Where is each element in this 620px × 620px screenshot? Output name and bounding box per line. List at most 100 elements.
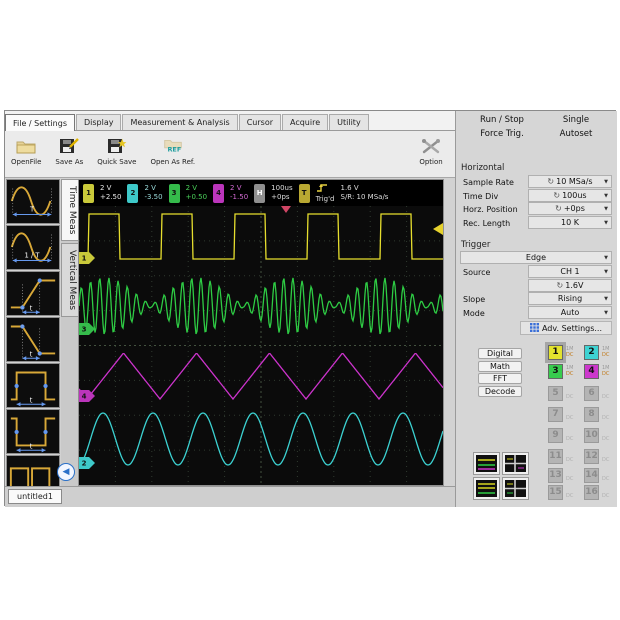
sample-rate-label: Sample Rate — [463, 178, 514, 187]
stacked-trace-view-button[interactable] — [474, 478, 499, 499]
time-div-select[interactable]: ↻100us▼ — [528, 189, 612, 202]
menu-tab-file-settings[interactable]: File / Settings — [5, 114, 75, 131]
oscilloscope-app-window: File / SettingsDisplayMeasurement & Anal… — [4, 110, 616, 506]
trigger-mode-select[interactable]: Auto▼ — [528, 306, 612, 319]
menu-tab-utility[interactable]: Utility — [329, 114, 369, 130]
channel-10-button[interactable]: 10 — [584, 428, 599, 443]
ch1-marker-label: 1 — [82, 255, 87, 263]
channel-6-info: DC — [602, 394, 609, 400]
option-label: Option — [419, 158, 442, 166]
header-ch3-badge[interactable]: 3 — [169, 184, 180, 203]
sample-rate-select[interactable]: ↻10 MSa/s▼ — [528, 175, 612, 188]
meas-icon-period[interactable]: T — [6, 179, 60, 224]
math-button[interactable]: Math — [478, 361, 522, 372]
document-tab[interactable]: untitled1 — [8, 489, 62, 504]
adv-settings-button[interactable]: Adv. Settings... — [520, 321, 612, 335]
single-button[interactable]: Single — [544, 115, 608, 125]
meas-icon-rise-time[interactable]: t — [6, 271, 60, 316]
trigger-source-label: Source — [463, 268, 490, 277]
header-ch1-readout: 2 V+2.50 — [100, 184, 121, 202]
channel-15-info: DC — [566, 493, 573, 499]
header-trigger-badge[interactable]: T — [299, 184, 310, 203]
channel-4-button[interactable]: 4 — [584, 364, 599, 379]
tab-vertical-meas[interactable]: Vertical Meas — [61, 243, 79, 317]
force-trig-button[interactable]: Force Trig. — [466, 129, 538, 139]
channel-2-button[interactable]: 2 — [584, 345, 599, 360]
channel-5-button[interactable]: 5 — [548, 386, 563, 401]
channel-14-button[interactable]: 14 — [584, 468, 599, 483]
channel-15-button[interactable]: 15 — [548, 485, 563, 500]
header-ch4-readout: 2 V-1.50 — [230, 184, 248, 202]
trigger-source-select[interactable]: CH 1▼ — [528, 265, 612, 278]
trigger-mode-select-value: Auto — [561, 308, 580, 317]
trigger-slope-select[interactable]: Rising▼ — [528, 292, 612, 305]
header-ch1-badge[interactable]: 1 — [83, 184, 94, 203]
svg-text:REF: REF — [167, 146, 181, 154]
meas-icon-negative-width[interactable]: t — [6, 409, 60, 454]
horizontal-section-title: Horizontal — [461, 163, 504, 173]
header-ch2-badge[interactable]: 2 — [127, 184, 138, 203]
fft-button[interactable]: FFT — [478, 373, 522, 384]
open-as-ref-button[interactable]: REFOpen As Ref. — [150, 136, 195, 166]
autoset-button[interactable]: Autoset — [544, 129, 608, 139]
quick-save-button[interactable]: Quick Save — [97, 136, 136, 166]
channel-3-button[interactable]: 3 — [548, 364, 563, 379]
channel-8-button[interactable]: 8 — [584, 407, 599, 422]
channel-11-button[interactable]: 11 — [548, 449, 563, 464]
save-as-button[interactable]: Save As — [55, 136, 83, 166]
toolbar-button-label: OpenFile — [11, 158, 41, 166]
channel-16-button[interactable]: 16 — [584, 485, 599, 500]
channel-3-info: 1MDC — [566, 365, 574, 377]
channel-9-button[interactable]: 9 — [548, 428, 563, 443]
svg-text:t: t — [30, 442, 33, 450]
tab-time-meas[interactable]: Time Meas — [61, 179, 79, 241]
meas-icon-positive-width[interactable]: t — [6, 363, 60, 408]
open-ref-icon: REF — [161, 136, 185, 156]
quick-save-icon — [105, 136, 129, 156]
channel-12-button[interactable]: 12 — [584, 449, 599, 464]
decode-button[interactable]: Decode — [478, 386, 522, 397]
rec-length-select[interactable]: 10 K▼ — [528, 216, 612, 229]
menu-tab-cursor[interactable]: Cursor — [239, 114, 281, 130]
sidebar-collapse-button[interactable]: ◀ — [57, 463, 75, 481]
channel-11-cell: 11DC — [548, 449, 584, 465]
option-button[interactable]: Option — [419, 136, 443, 166]
rec-length-label: Rec. Length — [463, 219, 510, 228]
knob-adjust-icon: ↻ — [557, 281, 564, 290]
meas-icon-fall-time[interactable]: t — [6, 317, 60, 362]
multi-trace-view-button[interactable] — [474, 453, 499, 474]
horz-position-select[interactable]: ↻+0ps▼ — [528, 202, 612, 215]
header-horizontal-badge[interactable]: H — [254, 184, 265, 203]
trigger-type-select-value: Edge — [526, 253, 546, 262]
split-trace-view-button[interactable] — [503, 478, 528, 499]
channel-9-cell: 9DC — [548, 428, 584, 444]
trigger-level-select[interactable]: ↻1.6V — [528, 279, 612, 292]
channel-13-cell: 13DC — [548, 468, 584, 484]
meas-icon-frequency[interactable]: 1 / T — [6, 225, 60, 270]
quad-grid-view-button[interactable] — [503, 453, 528, 474]
menu-tab-measurement-analysis[interactable]: Measurement & Analysis — [122, 114, 237, 130]
knob-adjust-icon: ↻ — [555, 204, 562, 213]
trigger-type-select[interactable]: Edge▼ — [460, 251, 612, 264]
channel-1-button[interactable]: 1 — [548, 345, 563, 360]
header-trigger-readout: 1.6 VS/R: 10 MSa/s — [341, 184, 389, 202]
scope-header: 12 V+2.5022 V-3.5032 V+0.5042 V-1.50H100… — [79, 180, 443, 206]
channel-7-cell: 7DC — [548, 407, 584, 423]
channel-12-cell: 12DC — [584, 449, 620, 465]
openfile-button[interactable]: OpenFile — [11, 136, 41, 166]
channel-6-button[interactable]: 6 — [584, 386, 599, 401]
channel-14-info: DC — [602, 476, 609, 482]
header-ch4-badge[interactable]: 4 — [213, 184, 224, 203]
channel-15-cell: 15DC — [548, 485, 584, 501]
channel-3-cell: 31MDC — [548, 364, 584, 380]
desktop: File / SettingsDisplayMeasurement & Anal… — [0, 0, 620, 620]
menu-tab-display[interactable]: Display — [76, 114, 122, 130]
left-arrow-icon: ◀ — [63, 467, 70, 477]
channel-8-cell: 8DC — [584, 407, 620, 423]
run-stop-button[interactable]: Run / Stop — [466, 115, 538, 125]
channel-13-button[interactable]: 13 — [548, 468, 563, 483]
dropdown-arrow-icon: ▼ — [604, 179, 608, 185]
digital-button[interactable]: Digital — [478, 348, 522, 359]
menu-tab-acquire[interactable]: Acquire — [282, 114, 328, 130]
channel-7-button[interactable]: 7 — [548, 407, 563, 422]
